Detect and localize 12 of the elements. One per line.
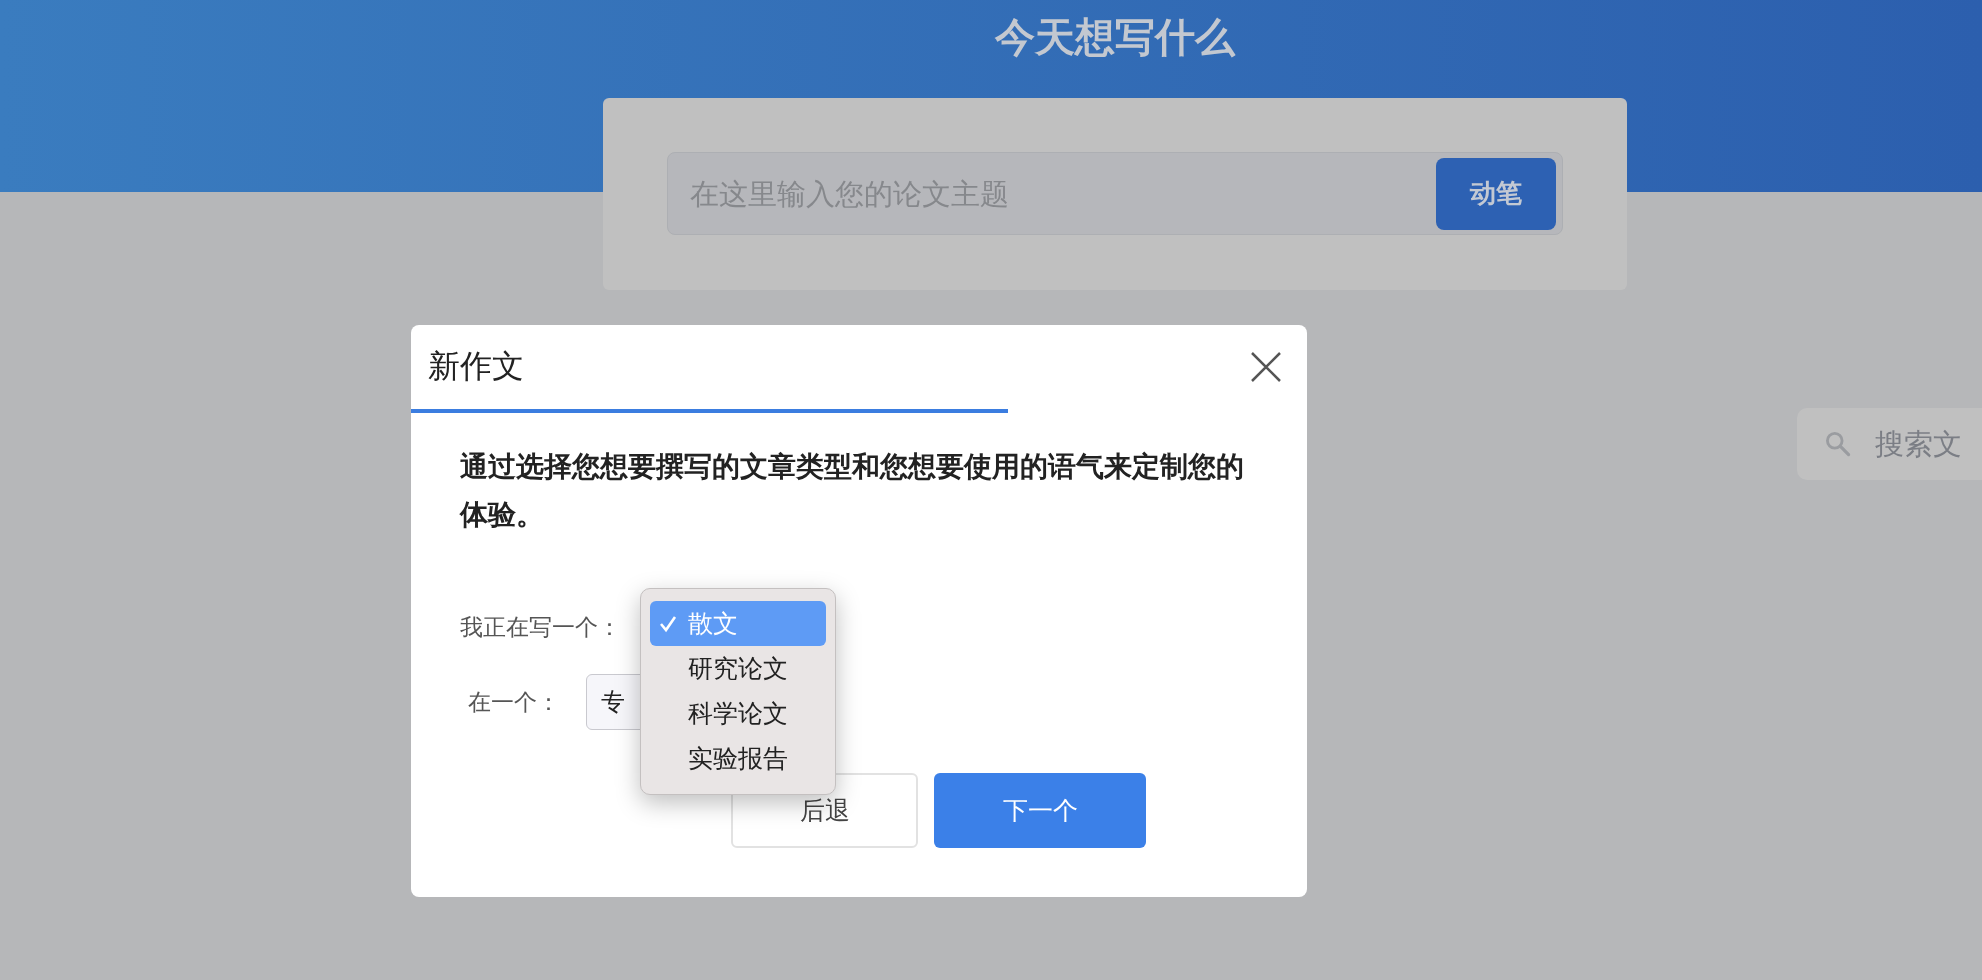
dialog-title: 新作文 [428,346,524,387]
close-button[interactable] [1249,350,1283,384]
file-search-field[interactable]: 搜索文 [1797,408,1982,480]
page-title: 今天想写什么 [995,13,1235,62]
file-search-input[interactable]: 搜索文 [1873,426,1982,462]
menu-option[interactable]: 科学论文 [650,691,826,736]
dialog-description: 通过选择您想要撰写的文章类型和您想要使用的语气来定制您的体验。 [460,449,1245,533]
menu-option[interactable]: 研究论文 [650,646,826,691]
next-button[interactable]: 下一个 [934,773,1146,848]
write-button[interactable]: 动笔 [1436,157,1556,230]
field-label: 在一个： [468,687,560,717]
field-label: 我正在写一个： [460,612,621,642]
